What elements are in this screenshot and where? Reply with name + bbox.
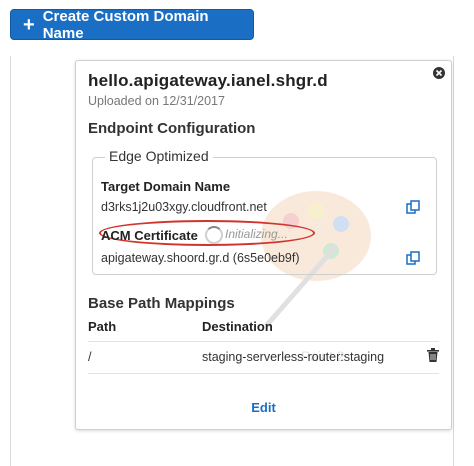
domain-card: Paint 2 hello.apigateway.ianel.shgr.d Up… [75, 60, 452, 430]
mapping-destination: staging-serverless-router:staging [202, 350, 385, 364]
edge-optimized-box: Edge Optimized Target Domain Name d3rks1… [92, 148, 437, 275]
table-divider [88, 341, 439, 342]
base-path-mappings-title: Base Path Mappings [88, 295, 235, 312]
loading-spinner-icon [205, 226, 223, 244]
create-custom-domain-button[interactable]: + Create Custom Domain Name [10, 7, 254, 42]
destination-column-header: Destination [202, 319, 273, 334]
plus-icon: + [23, 13, 35, 36]
domain-name-title: hello.apigateway.ianel.shgr.d [88, 71, 328, 90]
copy-icon[interactable] [406, 251, 420, 265]
path-column-header: Path [88, 319, 117, 334]
close-icon[interactable] [433, 67, 445, 79]
table-divider [88, 373, 439, 374]
trash-icon[interactable] [427, 348, 439, 362]
target-domain-value: d3rks1j2u03xgy.cloudfront.net [101, 200, 267, 214]
mapping-path: / [88, 350, 92, 364]
uploaded-date: Uploaded on 12/31/2017 [88, 94, 225, 108]
acm-certificate-label: ACM Certificate [101, 228, 198, 243]
create-custom-domain-label: Create Custom Domain Name [42, 7, 209, 42]
edge-optimized-title: Edge Optimized [105, 148, 213, 164]
target-domain-label: Target Domain Name [101, 179, 231, 194]
acm-certificate-value: apigateway.shoord.gr.d (6s5e0eb9f) [101, 251, 300, 265]
copy-icon[interactable] [406, 200, 420, 214]
edit-link[interactable]: Edit [76, 400, 451, 415]
acm-status-text: Initializing... [225, 227, 288, 241]
endpoint-configuration-title: Endpoint Configuration [88, 120, 256, 137]
